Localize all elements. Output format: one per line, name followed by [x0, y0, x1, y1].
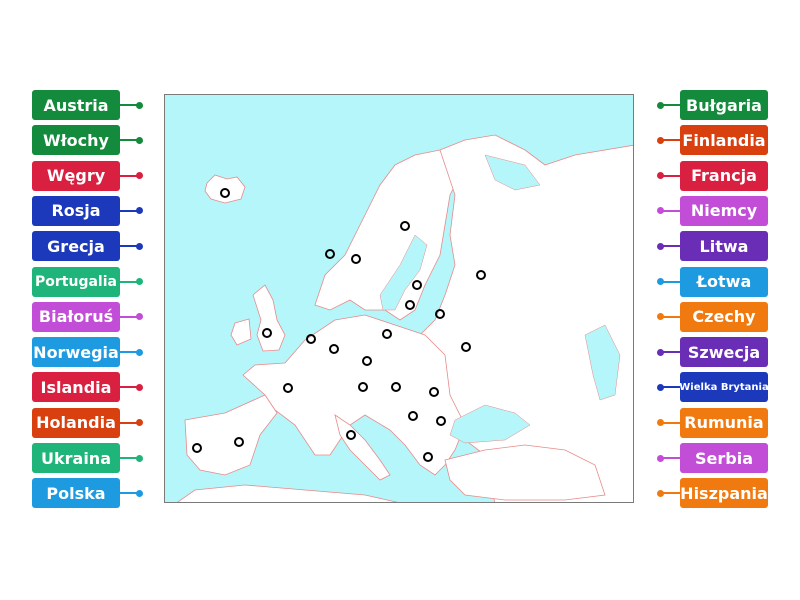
connector-dot[interactable]: [657, 313, 664, 321]
drop-target-marker[interactable]: [423, 452, 433, 462]
drop-target-marker[interactable]: [358, 382, 368, 392]
label-holandia[interactable]: Holandia: [32, 407, 120, 438]
drop-target-marker[interactable]: [412, 280, 422, 290]
label-czechy[interactable]: Czechy: [680, 301, 768, 332]
drop-target-marker[interactable]: [435, 309, 445, 319]
connector-dot[interactable]: [657, 207, 664, 215]
connector-dot[interactable]: [136, 313, 143, 321]
drop-target-marker[interactable]: [234, 437, 244, 447]
drop-target-marker[interactable]: [405, 300, 415, 310]
connector-line: [662, 245, 680, 248]
drop-target-marker[interactable]: [429, 387, 439, 397]
drop-target-marker[interactable]: [262, 328, 272, 338]
connector-line: [662, 209, 680, 212]
label-bulgaria[interactable]: Bułgaria: [680, 90, 768, 120]
drop-target-marker[interactable]: [362, 356, 372, 366]
connector-dot[interactable]: [657, 419, 664, 427]
connector-line: [662, 492, 680, 495]
connector-dot[interactable]: [657, 489, 664, 497]
label-bialorus[interactable]: Białoruś: [32, 301, 120, 332]
drop-target-marker[interactable]: [461, 342, 471, 352]
label-portugalia[interactable]: Portugalia: [32, 266, 120, 297]
label-islandia[interactable]: Islandia: [32, 372, 120, 403]
connector-dot[interactable]: [657, 348, 664, 356]
drop-target-marker[interactable]: [400, 221, 410, 231]
land-africa: [177, 484, 398, 502]
europe-map: [164, 94, 634, 503]
label-francja[interactable]: Francja: [680, 160, 768, 191]
connector-dot[interactable]: [136, 489, 143, 497]
connector-dot[interactable]: [657, 101, 664, 109]
connector-line: [662, 280, 680, 283]
connector-line: [662, 351, 680, 354]
connector-dot[interactable]: [136, 348, 143, 356]
label-wielka-brytania[interactable]: Wielka Brytania: [679, 372, 769, 403]
label-polska[interactable]: Polska: [32, 478, 120, 509]
land-uk: [252, 284, 286, 352]
connector-line: [662, 174, 680, 177]
connector-line: [662, 139, 680, 142]
land-iberia: [184, 394, 278, 476]
label-serbia[interactable]: Serbia: [680, 443, 768, 473]
label-grecja[interactable]: Grecja: [32, 231, 120, 262]
connector-dot[interactable]: [136, 383, 143, 391]
drop-target-marker[interactable]: [325, 249, 335, 259]
label-austria[interactable]: Austria: [32, 90, 120, 120]
label-norwegia[interactable]: Norwegia: [32, 337, 120, 368]
connector-dot[interactable]: [657, 278, 664, 285]
label-rosja[interactable]: Rosja: [32, 195, 120, 226]
label-ukraina[interactable]: Ukraina: [32, 443, 120, 473]
connector-line: [662, 386, 680, 389]
land-ireland: [230, 318, 252, 346]
connector-dot[interactable]: [136, 454, 143, 462]
drop-target-marker[interactable]: [436, 416, 446, 426]
label-hiszpania[interactable]: Hiszpania: [680, 478, 768, 509]
drop-target-marker[interactable]: [220, 188, 230, 198]
drop-target-marker[interactable]: [283, 383, 293, 393]
connector-dot[interactable]: [136, 419, 143, 427]
label-litwa[interactable]: Litwa: [680, 231, 768, 262]
connector-dot[interactable]: [657, 454, 664, 462]
connector-dot[interactable]: [136, 172, 143, 180]
label-wegry[interactable]: Węgry: [32, 160, 120, 191]
drop-target-marker[interactable]: [382, 329, 392, 339]
label-wlochy[interactable]: Włochy: [32, 125, 120, 156]
connector-dot[interactable]: [657, 242, 664, 250]
connector-dot[interactable]: [657, 136, 664, 144]
drop-target-marker[interactable]: [192, 443, 202, 453]
label-finlandia[interactable]: Finlandia: [680, 125, 768, 156]
connector-line: [662, 457, 680, 459]
drop-target-marker[interactable]: [476, 270, 486, 280]
label-rumunia[interactable]: Rumunia: [680, 407, 768, 438]
label-lotwa[interactable]: Łotwa: [680, 266, 768, 297]
label-niemcy[interactable]: Niemcy: [680, 195, 768, 226]
connector-line: [662, 315, 680, 318]
connector-dot[interactable]: [136, 242, 143, 250]
drop-target-marker[interactable]: [408, 411, 418, 421]
connector-dot[interactable]: [136, 278, 143, 285]
connector-line: [662, 421, 680, 424]
connector-dot[interactable]: [136, 136, 143, 144]
drop-target-marker[interactable]: [391, 382, 401, 392]
drop-target-marker[interactable]: [346, 430, 356, 440]
drop-target-marker[interactable]: [351, 254, 361, 264]
drop-target-marker[interactable]: [329, 344, 339, 354]
connector-line: [662, 104, 680, 106]
connector-dot[interactable]: [136, 101, 143, 109]
label-szwecja[interactable]: Szwecja: [680, 337, 768, 368]
connector-dot[interactable]: [657, 172, 664, 180]
drop-target-marker[interactable]: [306, 334, 316, 344]
connector-dot[interactable]: [657, 383, 664, 391]
connector-dot[interactable]: [136, 207, 143, 215]
